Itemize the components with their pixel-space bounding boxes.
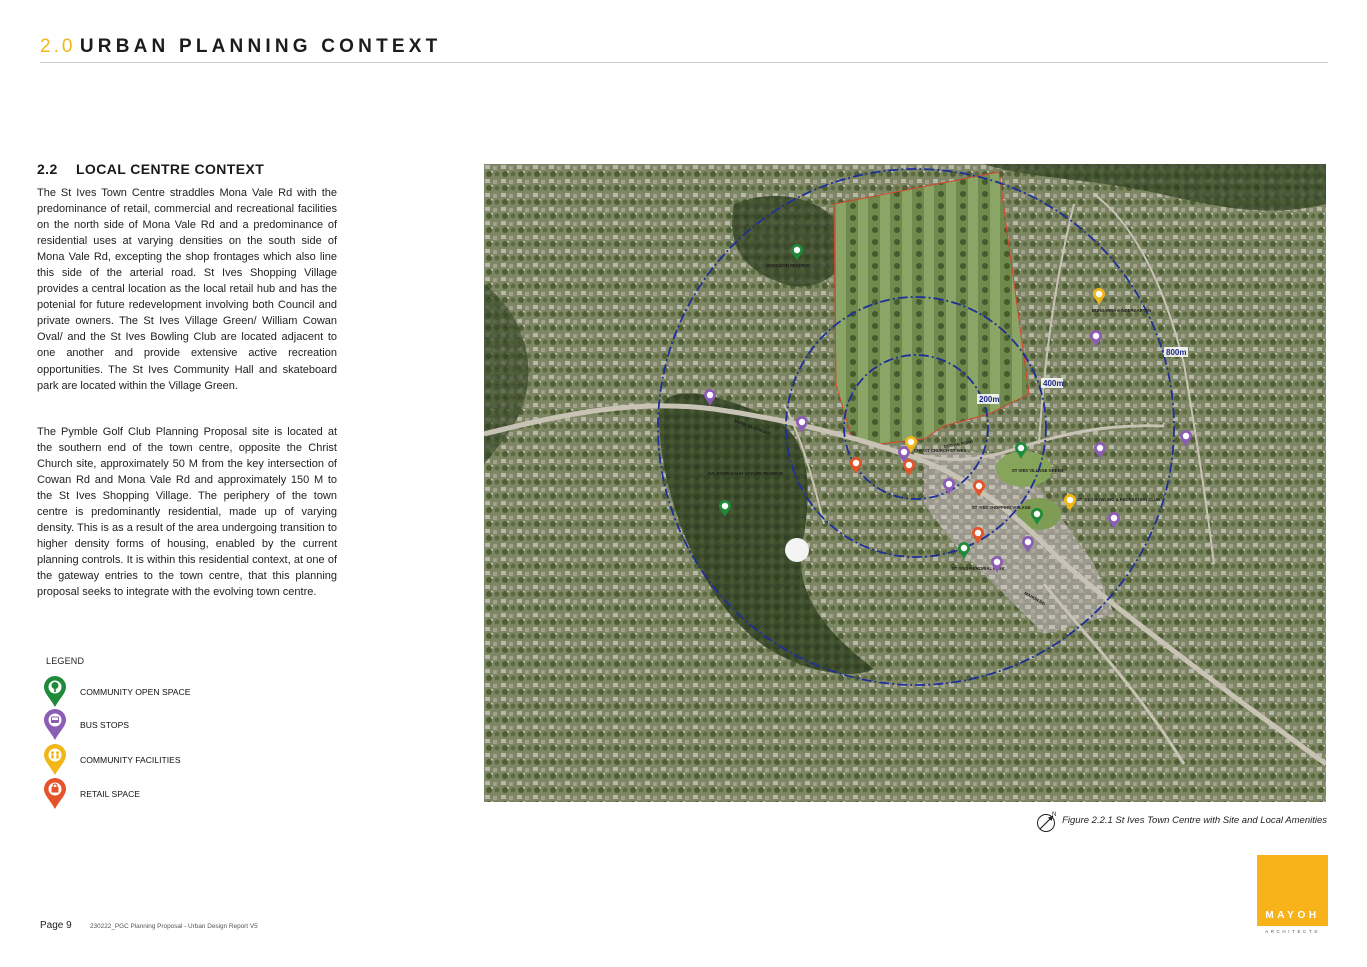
shopping-bag-icon xyxy=(44,778,66,809)
legend-item-community-facilities: COMMUNITY FACILITIES xyxy=(42,744,282,778)
page-number: Page 9 xyxy=(40,920,72,931)
legend-item-bus-stops: BUS STOPS xyxy=(42,709,282,743)
mayoh-logo: MAYOH xyxy=(1257,855,1328,926)
tree-icon xyxy=(44,676,66,707)
aerial-map-drawing: 200m 400m 800m MADDISON RESERVE DALRYMPL… xyxy=(484,164,1326,802)
legend-title: LEGEND xyxy=(46,656,85,666)
paragraph-2: The Pymble Golf Club Planning Proposal s… xyxy=(37,426,337,599)
place-label-kindergarten: BUNGARRA KINDERGARTEN xyxy=(1092,308,1151,313)
people-icon xyxy=(44,744,66,775)
legend-item-open-space: COMMUNITY OPEN SPACE xyxy=(42,676,282,710)
place-label-bowling-club: ST IVES BOWLING & RECREATION CLUB xyxy=(1077,497,1160,502)
place-label-christ-church: CHRIST CHURCH ST IVES xyxy=(914,448,966,453)
document-reference: 230222_PGC Planning Proposal - Urban Des… xyxy=(90,923,258,930)
place-label-shopping-village: ST IVES SHOPPING VILLAGE xyxy=(972,505,1031,510)
legend-item-retail-space: RETAIL SPACE xyxy=(42,778,282,812)
header-number: 2.0 xyxy=(40,36,76,57)
ring-label-200m: 200m xyxy=(979,395,999,404)
section-title: 2.2 LOCAL CENTRE CONTEXT xyxy=(37,161,264,177)
paragraph-1: The St Ives Town Centre straddles Mona V… xyxy=(37,187,337,392)
logo-name: MAYOH xyxy=(1265,910,1320,921)
section-heading: LOCAL CENTRE CONTEXT xyxy=(75,161,265,177)
place-label-maddison: MADDISON RESERVE xyxy=(766,263,810,268)
logo-subtitle: ARCHITECTS xyxy=(1265,929,1320,934)
ring-label-400m: 400m xyxy=(1043,379,1063,388)
north-label: N xyxy=(1052,812,1056,818)
legend-label-open-space: COMMUNITY OPEN SPACE xyxy=(80,687,191,697)
bus-icon xyxy=(44,709,66,740)
legend-label-retail-space: RETAIL SPACE xyxy=(80,789,141,799)
map-legend: LEGEND COMMUNITY OPEN SPACE BUS STOPS CO… xyxy=(40,656,280,809)
legend-label-bus-stops: BUS STOPS xyxy=(80,720,130,730)
place-label-dalrymple: DALRYMPLE-HAY NATURE RESERVE xyxy=(708,471,783,476)
aerial-map: 200m 400m 800m MADDISON RESERVE DALRYMPL… xyxy=(484,164,1326,802)
header-title: URBAN PLANNING CONTEXT xyxy=(79,36,442,57)
figure-caption: Figure 2.2.1 St Ives Town Centre with Si… xyxy=(1062,815,1327,826)
legend-label-community-facilities: COMMUNITY FACILITIES xyxy=(80,755,181,765)
north-arrow-icon: N xyxy=(1037,812,1056,832)
ring-label-800m: 800m xyxy=(1166,348,1186,357)
place-label-village-green: ST IVES VILLAGE GREEN xyxy=(1012,468,1063,473)
section-number: 2.2 xyxy=(37,161,58,177)
page-header: 2.0 URBAN PLANNING CONTEXT xyxy=(40,36,1328,63)
